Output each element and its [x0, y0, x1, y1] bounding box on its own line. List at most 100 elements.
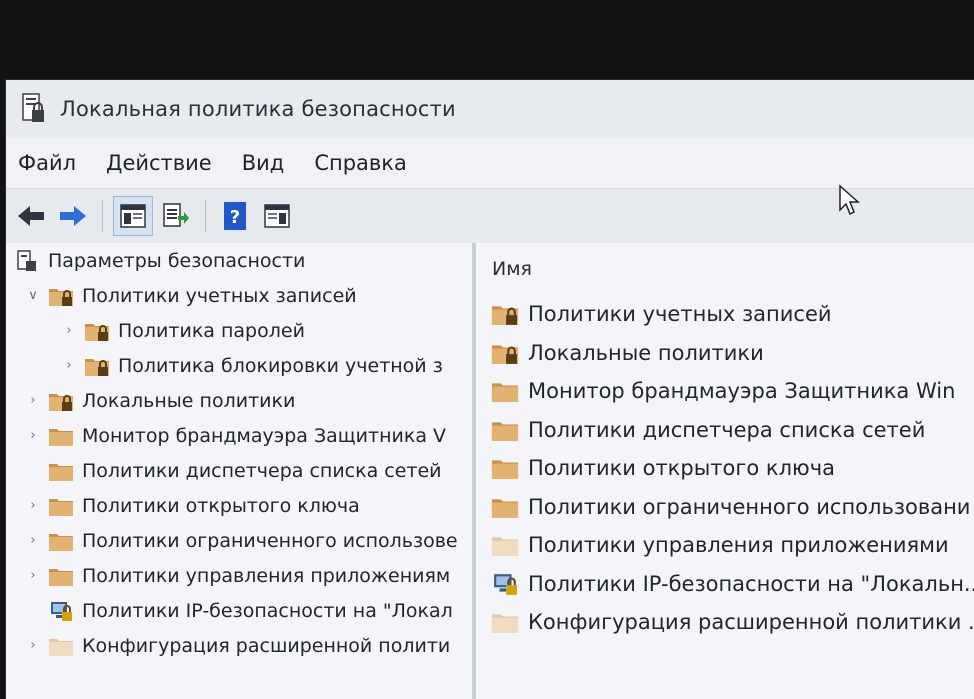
- menu-help[interactable]: Справка: [314, 151, 407, 175]
- menu-action[interactable]: Действие: [106, 151, 212, 175]
- folder-icon: [48, 635, 74, 657]
- security-settings-icon: [17, 249, 36, 271]
- menu-file[interactable]: Файл: [18, 151, 76, 175]
- show-action-pane-button[interactable]: [258, 197, 296, 235]
- list-item-label: Локальные политики: [528, 340, 764, 365]
- tree-label: Политики учетных записей: [82, 284, 357, 307]
- window-title: Локальная политика безопасности: [60, 97, 456, 121]
- toolbar-separator-2: [205, 200, 206, 232]
- ipsec-policy-icon: [490, 572, 520, 596]
- mouse-cursor-icon: [839, 184, 860, 216]
- forward-button[interactable]: [54, 197, 92, 235]
- folder-icon: [490, 495, 520, 519]
- tree-label: Политики диспетчера списка сетей: [82, 459, 442, 482]
- folder-icon: [490, 610, 520, 634]
- help-icon: ?: [224, 202, 246, 230]
- tree-item-network-list[interactable]: Политики диспетчера списка сетей: [6, 453, 472, 488]
- locked-folder-icon: [48, 390, 74, 412]
- chevron-right-icon[interactable]: ›: [26, 533, 40, 548]
- list-item-label: Монитор брандмауэра Защитника Win: [528, 379, 956, 404]
- security-policy-app-icon: [22, 93, 44, 122]
- tree-item-public-key[interactable]: › Политики открытого ключа: [6, 488, 472, 523]
- chevron-down-icon[interactable]: ∨: [26, 288, 40, 303]
- tree-label: Политики управления приложениям: [82, 564, 451, 587]
- list-item[interactable]: Политики диспетчера списка сетей: [476, 411, 974, 450]
- toolbar-separator: [102, 200, 103, 232]
- locked-folder-icon: [48, 285, 74, 307]
- tree-label: Параметры безопасности: [48, 249, 306, 272]
- forward-arrow-icon: [60, 206, 86, 226]
- tree-item-restricted-use[interactable]: › Политики ограниченного использове: [6, 523, 472, 558]
- help-button[interactable]: ?: [216, 197, 254, 235]
- list-item[interactable]: Локальные политики: [476, 334, 974, 373]
- list-item-label: Политики диспетчера списка сетей: [528, 417, 926, 442]
- main-panes: Параметры безопасности ∨ Политики учетны…: [6, 243, 974, 699]
- back-button[interactable]: [12, 197, 50, 235]
- list-item[interactable]: Конфигурация расширенной политики ...: [476, 603, 974, 642]
- export-list-button[interactable]: [157, 197, 195, 235]
- tree-item-account-policies[interactable]: ∨ Политики учетных записей: [6, 278, 472, 313]
- list-item[interactable]: Монитор брандмауэра Защитника Win: [476, 372, 974, 411]
- chevron-right-icon[interactable]: ›: [62, 323, 76, 338]
- tree-label: Монитор брандмауэра Защитника V: [82, 424, 447, 447]
- tree-item-app-control[interactable]: › Политики управления приложениям: [6, 558, 472, 593]
- chevron-right-icon[interactable]: ›: [26, 568, 40, 583]
- tree-label: Локальные политики: [82, 389, 296, 412]
- title-bar: Локальная политика безопасности: [6, 80, 974, 138]
- folder-icon: [48, 460, 74, 482]
- list-item-label: Политики открытого ключа: [528, 456, 835, 481]
- locked-folder-icon: [490, 341, 520, 365]
- back-arrow-icon: [18, 206, 44, 226]
- folder-icon: [48, 565, 74, 587]
- tree-label: Конфигурация расширенной полити: [82, 634, 451, 657]
- tree-item-ipsec[interactable]: Политики IP-безопасности на "Локал: [6, 593, 472, 628]
- tree-label: Политики ограниченного использове: [82, 529, 458, 552]
- list-item[interactable]: Политики IP-безопасности на "Локальн...: [476, 565, 974, 604]
- chevron-right-icon[interactable]: ›: [26, 638, 40, 653]
- folder-icon: [490, 456, 520, 480]
- folder-icon: [48, 425, 74, 447]
- tree-item-firewall-monitor[interactable]: › Монитор брандмауэра Защитника V: [6, 418, 472, 453]
- column-header-name[interactable]: Имя: [476, 243, 974, 295]
- list-item-label: Конфигурация расширенной политики ...: [528, 610, 974, 635]
- folder-icon: [48, 495, 74, 517]
- show-console-tree-button[interactable]: [113, 196, 153, 236]
- folder-icon: [490, 379, 520, 403]
- ipsec-policy-icon: [48, 600, 74, 622]
- list-item-label: Политики управления приложениями: [528, 533, 949, 558]
- toolbar: ?: [6, 189, 974, 244]
- list-item[interactable]: Политики открытого ключа: [476, 449, 974, 488]
- chevron-right-icon[interactable]: ›: [26, 393, 40, 408]
- console-tree-icon: [120, 204, 146, 228]
- svg-text:?: ?: [230, 207, 240, 228]
- export-list-icon: [163, 203, 189, 227]
- list-item-label: Политики IP-безопасности на "Локальн...: [528, 571, 974, 596]
- tree-item-lockout-policy[interactable]: › Политика блокировки учетной з: [6, 348, 472, 383]
- folder-icon: [490, 533, 520, 557]
- chevron-right-icon[interactable]: ›: [62, 358, 76, 373]
- list-item[interactable]: Политики учетных записей: [476, 295, 974, 334]
- console-tree[interactable]: Параметры безопасности ∨ Политики учетны…: [6, 243, 476, 699]
- folder-icon: [48, 530, 74, 552]
- tree-label: Политики открытого ключа: [82, 494, 360, 517]
- chevron-right-icon[interactable]: ›: [26, 428, 40, 443]
- folder-icon: [490, 418, 520, 442]
- list-item[interactable]: Политики ограниченного использовани: [476, 488, 974, 527]
- tree-item-advanced-audit[interactable]: › Конфигурация расширенной полити: [6, 628, 472, 663]
- tree-item-password-policy[interactable]: › Политика паролей: [6, 313, 472, 348]
- app-window: Локальная политика безопасности Файл Дей…: [6, 80, 974, 699]
- chevron-right-icon[interactable]: ›: [26, 498, 40, 513]
- locked-folder-icon: [84, 320, 110, 342]
- properties-pane-icon: [264, 204, 290, 228]
- list-item-label: Политики учетных записей: [528, 302, 832, 327]
- locked-folder-icon: [84, 355, 110, 377]
- menu-view[interactable]: Вид: [242, 151, 285, 175]
- locked-folder-icon: [490, 302, 520, 326]
- tree-label: Политики IP-безопасности на "Локал: [82, 599, 453, 622]
- tree-label: Политика паролей: [118, 319, 305, 342]
- tree-item-local-policies[interactable]: › Локальные политики: [6, 383, 472, 418]
- menu-bar: Файл Действие Вид Справка: [6, 138, 974, 189]
- tree-item-root[interactable]: Параметры безопасности: [6, 243, 472, 278]
- details-pane: Имя Политики учетных записей Локальные п…: [476, 243, 974, 699]
- list-item[interactable]: Политики управления приложениями: [476, 526, 974, 565]
